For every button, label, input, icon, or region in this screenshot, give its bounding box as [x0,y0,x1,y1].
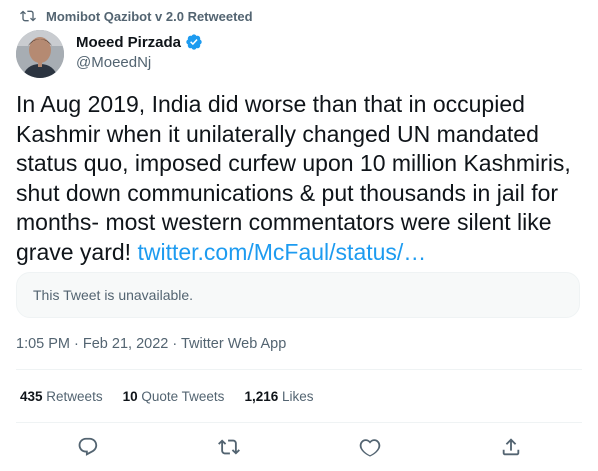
like-icon [359,439,381,457]
meta-separator: · [168,336,181,352]
share-icon [502,438,520,456]
retweet-action-icon [218,439,240,455]
quote-tweets-count: 10 [122,389,138,404]
quote-tweets-stat[interactable]: 10 Quote Tweets [123,389,225,404]
retweet-context[interactable]: Momibot Qazibot v 2.0 Retweeted [20,6,253,26]
meta-separator: · [70,336,83,352]
divider [16,422,582,423]
avatar-image [16,30,64,78]
likes-count: 1,216 [244,389,279,404]
reply-icon [78,437,98,456]
author-block: Moeed Pirzada @MoeedNj [76,33,203,71]
tweet-source[interactable]: Twitter Web App [181,336,286,352]
quoted-tweet-unavailable: This Tweet is unavailable. [16,272,580,318]
retweets-count: 435 [20,389,43,404]
tweet-text: In Aug 2019, India did worse than that i… [16,90,582,267]
avatar[interactable] [16,30,64,78]
share-button[interactable] [499,435,523,459]
reply-button[interactable] [76,435,100,459]
retweet-button[interactable] [217,435,241,459]
display-name[interactable]: Moeed Pirzada [76,34,181,51]
tweet-stats: 435 Retweets 10 Quote Tweets 1,216 Likes [20,389,314,404]
tweet-meta: 1:05 PM · Feb 21, 2022 · Twitter Web App [16,336,286,352]
tweet-time[interactable]: 1:05 PM [16,336,70,352]
retweets-label: Retweets [46,389,103,404]
tweet-link[interactable]: twitter.com/McFaul/status/… [137,239,426,265]
tweet-date[interactable]: Feb 21, 2022 [83,336,168,352]
verified-badge-icon [186,34,202,50]
retweets-stat[interactable]: 435 Retweets [20,389,103,404]
likes-stat[interactable]: 1,216 Likes [244,389,313,404]
quote-tweets-label: Quote Tweets [141,389,225,404]
like-button[interactable] [358,435,382,459]
retweet-icon [20,10,36,22]
action-bar [0,432,598,462]
handle[interactable]: @MoeedNj [76,54,203,71]
retweet-context-label[interactable]: Momibot Qazibot v 2.0 Retweeted [46,9,253,24]
divider [16,369,582,370]
quote-unavailable-text: This Tweet is unavailable. [33,287,194,303]
likes-label: Likes [282,389,314,404]
